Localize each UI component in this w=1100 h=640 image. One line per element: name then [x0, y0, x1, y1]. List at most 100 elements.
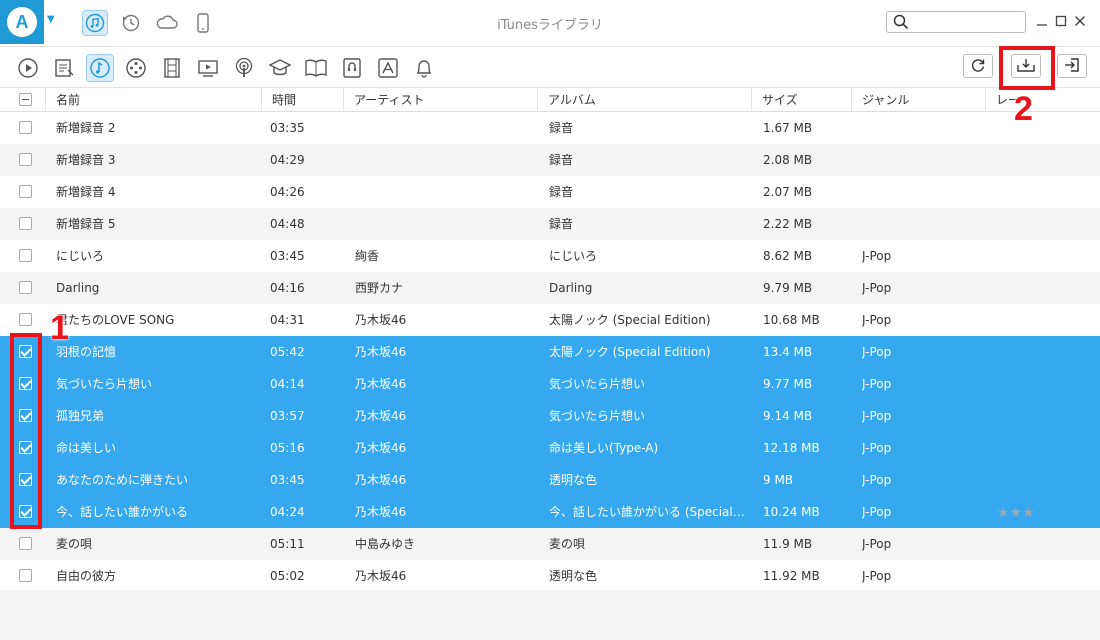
- cell-size: 12.18 MB: [763, 441, 820, 455]
- cell-time: 03:35: [270, 121, 305, 135]
- cell-genre: [862, 112, 982, 144]
- annotation-number-1: 1: [50, 309, 69, 347]
- search-box[interactable]: [886, 11, 1026, 33]
- row-checkbox[interactable]: [19, 217, 32, 230]
- cell-name: 羽根の記憶: [56, 345, 117, 359]
- row-checkbox[interactable]: [19, 441, 32, 454]
- cell-album: 録音: [549, 121, 574, 135]
- music-icon[interactable]: [86, 54, 114, 82]
- table-row[interactable]: あなたのために弾きたい 03:45 乃木坂46 透明な色 9 MB J-Pop: [0, 464, 1100, 496]
- cell-artist: 西野カナ: [355, 281, 404, 295]
- cell-size: 8.62 MB: [763, 249, 813, 263]
- cell-time: 05:02: [270, 569, 305, 583]
- cell-size: 9.14 MB: [763, 409, 813, 423]
- row-checkbox[interactable]: [19, 121, 32, 134]
- table-row[interactable]: にじいろ 03:45 絢香 にじいろ 8.62 MB J-Pop: [0, 240, 1100, 272]
- cell-artist: 中島みゆき: [355, 537, 416, 551]
- row-checkbox[interactable]: [19, 281, 32, 294]
- refresh-button[interactable]: [963, 54, 993, 78]
- row-checkbox[interactable]: [19, 153, 32, 166]
- cell-genre: [862, 176, 982, 208]
- cell-album: 気づいたら片想い: [549, 409, 646, 423]
- playlist-icon[interactable]: [50, 54, 78, 82]
- rating-stars[interactable]: ★★★: [997, 505, 1035, 521]
- send-to-device-button[interactable]: [1057, 54, 1087, 78]
- cell-time: 04:48: [270, 217, 305, 231]
- cell-name: 命は美しい: [56, 441, 117, 455]
- row-checkbox[interactable]: [19, 537, 32, 550]
- table-row[interactable]: 孤独兄弟 03:57 乃木坂46 気づいたら片想い 9.14 MB J-Pop: [0, 400, 1100, 432]
- cell-name: 自由の彼方: [56, 569, 117, 583]
- play-icon[interactable]: [14, 54, 42, 82]
- cell-name: 新増録音 3: [56, 153, 116, 167]
- cell-name: 気づいたら片想い: [56, 377, 153, 391]
- podcast-icon[interactable]: [230, 54, 258, 82]
- cell-size: 10.68 MB: [763, 313, 820, 327]
- cell-time: 04:14: [270, 377, 305, 391]
- cell-name: 新増録音 2: [56, 121, 116, 135]
- cell-genre: J-Pop: [862, 537, 892, 551]
- column-header-rating[interactable]: レー: [986, 88, 1100, 112]
- column-header-album[interactable]: アルバム: [538, 88, 752, 112]
- column-header-artist[interactable]: アーティスト: [344, 88, 538, 112]
- table-row[interactable]: 君たちのLOVE SONG 04:31 乃木坂46 太陽ノック (Special Ed…: [0, 304, 1100, 336]
- games-icon[interactable]: [122, 54, 150, 82]
- cell-name: 新増録音 5: [56, 217, 116, 231]
- row-checkbox[interactable]: [19, 185, 32, 198]
- table-row[interactable]: 命は美しい 05:16 乃木坂46 命は美しい(Type-A) 12.18 MB J-Po…: [0, 432, 1100, 464]
- minimize-icon[interactable]: [1035, 14, 1049, 28]
- cell-artist: 乃木坂46: [355, 569, 407, 583]
- table-row[interactable]: 気づいたら片想い 04:14 乃木坂46 気づいたら片想い 9.77 MB J-Pop: [0, 368, 1100, 400]
- cell-album: Darling: [549, 281, 593, 295]
- column-header-time[interactable]: 時間: [262, 88, 344, 112]
- movies-icon[interactable]: [158, 54, 186, 82]
- row-checkbox[interactable]: [19, 569, 32, 582]
- audiobooks-icon[interactable]: [338, 54, 366, 82]
- cell-artist: [355, 176, 535, 208]
- table-row[interactable]: 麦の唄 05:11 中島みゆき 麦の唄 11.9 MB J-Pop: [0, 528, 1100, 560]
- cell-artist: 乃木坂46: [355, 441, 407, 455]
- cell-size: 9 MB: [763, 473, 794, 487]
- table-row[interactable]: 新増録音 3 04:29 録音 2.08 MB: [0, 144, 1100, 176]
- row-checkbox[interactable]: [19, 505, 32, 518]
- cell-genre: J-Pop: [862, 313, 892, 327]
- cell-artist: 乃木坂46: [355, 345, 407, 359]
- books-icon[interactable]: [302, 54, 330, 82]
- table-row[interactable]: 新増録音 4 04:26 録音 2.07 MB: [0, 176, 1100, 208]
- cell-album: 命は美しい(Type-A): [549, 441, 659, 455]
- table-row[interactable]: 自由の彼方 05:02 乃木坂46 透明な色 11.92 MB J-Pop: [0, 560, 1100, 592]
- itunes-u-icon[interactable]: [266, 54, 294, 82]
- table-row[interactable]: 今、話したい誰かがいる 04:24 乃木坂46 今、話したい誰かがいる (Specia…: [0, 496, 1100, 528]
- cell-artist: [355, 208, 535, 240]
- export-to-pc-button[interactable]: [1011, 54, 1041, 78]
- apps-icon[interactable]: [374, 54, 402, 82]
- cell-genre: J-Pop: [862, 249, 892, 263]
- cell-artist: 乃木坂46: [355, 473, 407, 487]
- ringtones-icon[interactable]: [410, 54, 438, 82]
- tv-icon[interactable]: [194, 54, 222, 82]
- column-header-size[interactable]: サイズ: [752, 88, 852, 112]
- select-all-checkbox[interactable]: [19, 93, 32, 106]
- row-checkbox[interactable]: [19, 377, 32, 390]
- row-checkbox[interactable]: [19, 249, 32, 262]
- row-checkbox[interactable]: [19, 313, 32, 326]
- song-list: 新増録音 2 03:35 録音 1.67 MB 新増録音 3 04:29 録音 2.08 MB…: [0, 112, 1100, 592]
- cell-genre: J-Pop: [862, 473, 892, 487]
- cell-genre: J-Pop: [862, 441, 892, 455]
- close-icon[interactable]: [1073, 14, 1087, 28]
- table-row[interactable]: 新増録音 5 04:48 録音 2.22 MB: [0, 208, 1100, 240]
- search-input[interactable]: [913, 14, 1021, 30]
- column-header-name[interactable]: 名前: [46, 88, 262, 112]
- table-row[interactable]: Darling 04:16 西野カナ Darling 9.79 MB J-Pop: [0, 272, 1100, 304]
- maximize-icon[interactable]: [1054, 14, 1068, 28]
- row-checkbox[interactable]: [19, 409, 32, 422]
- column-header-genre[interactable]: ジャンル: [852, 88, 986, 112]
- table-row[interactable]: 羽根の記憶 05:42 乃木坂46 太陽ノック (Special Edition) 13…: [0, 336, 1100, 368]
- cell-size: 11.9 MB: [763, 537, 813, 551]
- row-checkbox[interactable]: [19, 345, 32, 358]
- cell-name: あなたのために弾きたい: [56, 473, 189, 487]
- table-row[interactable]: 新増録音 2 03:35 録音 1.67 MB: [0, 112, 1100, 144]
- cell-genre: J-Pop: [862, 409, 892, 423]
- row-checkbox[interactable]: [19, 473, 32, 486]
- select-all-column: [0, 88, 46, 112]
